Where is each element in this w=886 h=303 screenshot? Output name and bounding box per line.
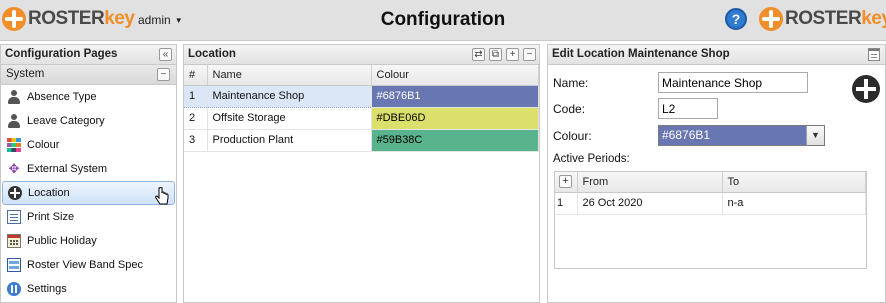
hand-cursor-icon [155,187,169,205]
logo-text: ROSTERkey [785,8,886,29]
panel-title: Configuration Pages [5,48,118,60]
notes-icon[interactable] [868,48,880,61]
palette-icon [7,138,21,152]
sidebar-item-label: Absence Type [27,91,97,103]
sidebar-item-settings[interactable]: Settings [1,277,176,301]
help-button[interactable]: ? [725,8,747,30]
logo-mark-icon [2,7,26,31]
colour-label: Colour: [553,129,592,143]
column-header-from[interactable]: From [577,172,723,193]
settings-icon [7,282,21,296]
periods-grid: + From To 1 26 Oct 2020 n-a [555,172,866,215]
remove-location-button[interactable]: − [523,48,536,61]
sidebar-item-external-system[interactable]: ✥ External System [1,157,176,181]
sidebar-item-label: Roster View Band Spec [27,259,143,271]
sidebar-item-label: Settings [27,283,67,295]
code-label: Code: [553,102,586,116]
panel-header: Configuration Pages « [1,45,176,65]
column-header-colour[interactable]: Colour [371,65,539,86]
column-header-name[interactable]: Name [207,65,372,86]
chevron-down-icon[interactable]: ▼ [806,126,824,145]
sidebar-item-label: Location [28,187,70,199]
table-row[interactable]: 1 26 Oct 2020 n-a [555,192,866,215]
row-colour: #DBE06D [371,107,539,130]
calendar-icon [7,234,21,248]
sidebar-item-colour[interactable]: Colour [1,133,176,157]
code-field[interactable] [658,98,718,119]
add-location-button[interactable]: + [506,48,519,61]
move-icon[interactable] [852,75,880,103]
app-logo[interactable]: ROSTERkey [2,7,135,31]
period-from: 26 Oct 2020 [577,192,723,215]
external-icon: ✥ [8,161,20,176]
row-index: 3 [184,129,208,152]
configuration-pages-panel: Configuration Pages « System − Absence T… [0,44,177,303]
top-header: ROSTERkey admin ▼ Configuration ? ROSTERk… [0,0,886,41]
column-header-index[interactable]: # [184,65,208,86]
logo-mark-icon [759,7,783,31]
table-row[interactable]: 1 Maintenance Shop #6876B1 [184,84,539,108]
sidebar-item-absence-type[interactable]: Absence Type [1,85,176,109]
panel-title: Location [188,48,236,60]
row-colour: #59B38C [371,129,539,152]
brand-logo: ROSTERkey [759,7,886,31]
location-table: # Name Colour 1 Maintenance Shop #6876B1… [184,65,539,152]
name-label: Name: [553,76,589,90]
sidebar-item-public-holiday[interactable]: Public Holiday [1,229,176,253]
active-periods-label: Active Periods: [553,153,630,165]
sidebar-item-roster-view-band-spec[interactable]: Roster View Band Spec [1,253,176,277]
name-field[interactable] [658,72,808,93]
panel-header: Edit Location Maintenance Shop [548,45,885,65]
sidebar-item-location[interactable]: Location [2,181,175,205]
panel-header: Location ⇄ ⧉ + − [184,45,539,65]
user-menu[interactable]: admin ▼ [138,13,183,27]
row-index: 2 [184,107,208,130]
row-colour: #6876B1 [371,85,539,108]
sidebar-item-label: Colour [27,139,60,151]
person-icon [7,114,21,128]
add-period-button[interactable]: + [559,175,572,189]
chevron-down-icon: ▼ [174,16,183,25]
colour-select[interactable]: #6876B1 ▼ [658,125,825,146]
row-name: Offsite Storage [207,107,372,130]
group-collapse-button[interactable]: − [157,68,170,81]
table-row[interactable]: 2 Offsite Storage #DBE06D [184,107,539,130]
colour-swatch: #6876B1 [659,126,806,145]
sidebar-item-print-size[interactable]: Print Size [1,205,176,229]
person-icon [7,90,21,104]
location-list-panel: Location ⇄ ⧉ + − # Name Colour 1 Mainten… [183,44,540,303]
group-label: System [6,68,45,80]
panel-title: Edit Location Maintenance Shop [552,48,730,60]
document-icon [7,210,21,224]
period-to: n-a [722,192,866,215]
sidebar-item-label: External System [27,163,108,175]
refresh-button[interactable]: ⇄ [472,48,485,61]
table-row[interactable]: 3 Production Plant #59B38C [184,129,539,152]
row-index: 1 [555,192,578,215]
group-header-system[interactable]: System − [1,65,176,85]
popout-button[interactable]: ⧉ [489,48,502,61]
row-name: Maintenance Shop [207,84,372,108]
row-name: Production Plant [207,129,372,152]
band-icon [7,258,21,272]
sidebar-item-label: Public Holiday [27,235,97,247]
table-header-row: # Name Colour [184,65,539,86]
location-icon [8,186,22,200]
sidebar-item-label: Print Size [27,211,75,223]
logo-text: ROSTERkey [28,8,135,29]
collapse-panel-button[interactable]: « [159,48,172,61]
sidebar-item-leave-category[interactable]: Leave Category [1,109,176,133]
user-name: admin [138,13,171,27]
column-header-add: + [555,172,578,193]
active-periods-table: + From To 1 26 Oct 2020 n-a [554,171,867,269]
column-header-to[interactable]: To [722,172,866,193]
edit-location-panel: Edit Location Maintenance Shop Name: Cod… [547,44,886,303]
table-header-row: + From To [555,172,866,193]
sidebar-item-label: Leave Category [27,115,105,127]
row-index: 1 [184,84,208,108]
